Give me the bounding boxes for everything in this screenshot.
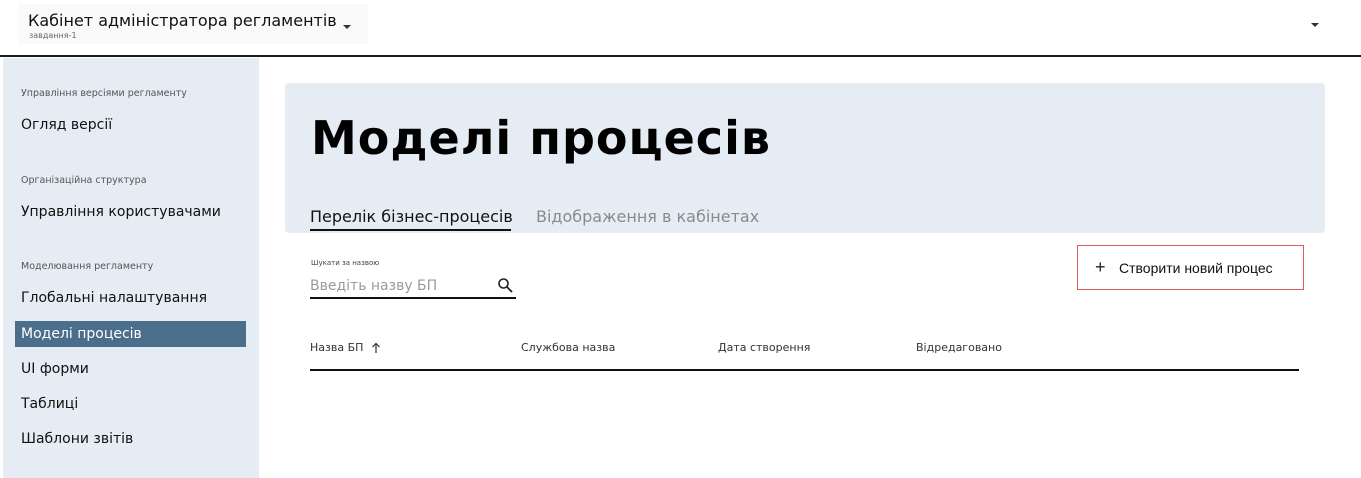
plus-icon: + <box>1095 257 1106 277</box>
create-process-button[interactable]: + Створити новий процес <box>1077 245 1304 290</box>
page-header: Моделі процесів Перелік бізнес-процесів … <box>285 83 1325 233</box>
top-bar: Кабінет адміністратора регламентів завда… <box>0 0 1361 57</box>
column-header-service-name[interactable]: Службова назва <box>521 341 615 354</box>
sidebar-item-ui-forms[interactable]: UI форми <box>15 356 246 382</box>
page-title: Моделі процесів <box>311 111 771 165</box>
app-subtitle: завдання-1 <box>29 31 77 40</box>
search-field: Шукати за назвою <box>310 259 516 299</box>
search-input[interactable] <box>310 275 490 297</box>
app-title: Кабінет адміністратора регламентів <box>28 11 337 30</box>
search-icon[interactable] <box>497 277 513 293</box>
sidebar-item-process-models[interactable]: Моделі процесів <box>15 321 246 347</box>
sidebar-item-version-overview[interactable]: Огляд версії <box>15 112 246 138</box>
column-header-name[interactable]: Назва БП <box>310 341 363 354</box>
user-menu[interactable] <box>1300 14 1330 38</box>
sidebar-item-report-templates[interactable]: Шаблони звітів <box>15 426 246 452</box>
sidebar-item-global-settings[interactable]: Глобальні налаштування <box>15 285 246 311</box>
sidebar-section-title: Управління версіями регламенту <box>21 88 187 99</box>
table-header-divider <box>310 369 1299 371</box>
sidebar-item-user-management[interactable]: Управління користувачами <box>15 199 246 225</box>
column-header-edited[interactable]: Відредаговано <box>916 341 1002 354</box>
tab-process-list[interactable]: Перелік бізнес-процесів <box>310 207 513 226</box>
sidebar-section-title: Моделювання регламенту <box>21 261 154 272</box>
column-header-created-date[interactable]: Дата створення <box>718 341 810 354</box>
sidebar-item-tables[interactable]: Таблиці <box>15 391 246 417</box>
chevron-down-icon[interactable] <box>1311 23 1319 27</box>
sidebar-section-title: Організаційна структура <box>21 175 147 186</box>
sort-ascending-icon[interactable] <box>371 342 381 354</box>
chevron-down-icon[interactable] <box>343 25 351 29</box>
tab-cabinet-display[interactable]: Відображення в кабінетах <box>536 207 759 226</box>
create-process-label: Створити новий процес <box>1119 260 1273 276</box>
app-selector[interactable]: Кабінет адміністратора регламентів завда… <box>18 4 368 44</box>
search-label: Шукати за назвою <box>311 259 380 267</box>
sidebar: Управління версіями регламенту Огляд вер… <box>3 58 259 478</box>
active-tab-indicator <box>310 229 511 231</box>
search-underline <box>310 297 516 299</box>
